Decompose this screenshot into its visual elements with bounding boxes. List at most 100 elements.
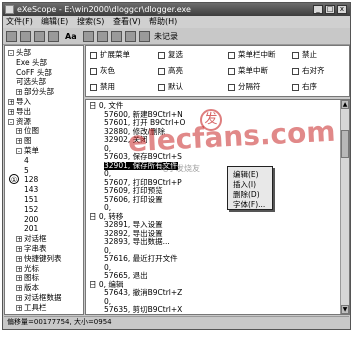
list-item[interactable]: 32893, 导出数据...	[104, 238, 170, 246]
expand-icon[interactable]: +	[16, 295, 22, 302]
context-menu-item[interactable]: 编辑(E)	[233, 170, 259, 179]
expand-icon[interactable]: +	[16, 236, 22, 243]
tree-item[interactable]: CoFF 头部	[16, 68, 52, 77]
list-item[interactable]: 57643, 撤消B9Ctrl+Z	[104, 289, 182, 297]
list-item[interactable]: 0,	[104, 170, 111, 178]
list-item[interactable]: 57665, 退出	[104, 272, 148, 280]
tree-item[interactable]: + 图	[16, 136, 32, 145]
tree-item[interactable]: 200	[24, 215, 38, 224]
expand-icon[interactable]: +	[16, 89, 22, 96]
tree-item[interactable]: + 位图	[16, 126, 39, 135]
option-checkbox[interactable]: 禁用	[90, 83, 115, 91]
expand-icon[interactable]: +	[16, 304, 22, 311]
checkbox-icon[interactable]	[90, 51, 97, 59]
expand-icon[interactable]: +	[16, 275, 22, 282]
title-bar[interactable]: eXeScope - E:\win2000\dloggcr\dlogger.ex…	[3, 3, 350, 16]
resource-icon[interactable]	[125, 31, 136, 42]
list-group-header[interactable]: 日 0, 文件	[89, 102, 123, 110]
tree-item[interactable]: + 光标	[16, 264, 39, 273]
expand-icon[interactable]: +	[16, 246, 22, 253]
expand-icon[interactable]: +	[16, 265, 22, 272]
menu-view[interactable]: 查看(V)	[113, 16, 141, 28]
scroll-down-icon[interactable]: ▼	[341, 305, 349, 314]
tree-item[interactable]: 151	[24, 195, 38, 204]
tree-item[interactable]: 152	[24, 205, 38, 214]
tree-item[interactable]: + 导出	[8, 107, 31, 116]
option-checkbox[interactable]: 高亮	[158, 67, 183, 75]
list-item[interactable]: 57616, 最近打开文件	[104, 255, 178, 263]
tree-item[interactable]: 可选头部	[16, 77, 46, 86]
tree-item[interactable]: + 导入	[8, 97, 31, 106]
checkbox-icon[interactable]	[228, 83, 235, 91]
tree-item[interactable]: - 菜单	[16, 146, 39, 155]
option-checkbox[interactable]: 默认	[158, 83, 183, 91]
list-scrollbar[interactable]: ▲ ▼	[340, 100, 349, 314]
option-checkbox[interactable]: 右对齐	[292, 67, 325, 75]
tree-item[interactable]: 4	[24, 156, 29, 165]
minimize-button[interactable]: _	[313, 5, 323, 14]
list-item[interactable]: 57635, 剪切B9Ctrl+X	[104, 306, 182, 314]
replace-icon[interactable]	[111, 31, 122, 42]
tree-item[interactable]: - 资源	[8, 117, 31, 126]
tree-item[interactable]: + 字串表	[16, 244, 47, 253]
open-icon[interactable]	[6, 31, 17, 42]
list-item[interactable]: 32891, 导入设置	[104, 221, 163, 229]
checkbox-icon[interactable]	[228, 67, 235, 75]
resource-tree[interactable]: - 头部 Exe 头部 CoFF 头部 可选头部 + 部分头部 + 导入 + 导出 - 资源 + 位图 + 图 -…	[4, 45, 84, 315]
option-checkbox[interactable]: 灰色	[90, 67, 115, 75]
tree-item[interactable]: 143	[24, 185, 38, 194]
find-icon[interactable]	[83, 31, 94, 42]
list-item[interactable]: 0,	[104, 204, 111, 212]
save-icon[interactable]	[20, 31, 31, 42]
expand-icon[interactable]: +	[16, 285, 22, 292]
font-aa-button[interactable]: Aa	[65, 31, 77, 42]
menu-search[interactable]: 搜索(S)	[77, 16, 104, 28]
print-icon[interactable]	[34, 31, 45, 42]
menu-edit[interactable]: 编辑(E)	[41, 16, 68, 28]
collapse-icon[interactable]: -	[8, 50, 14, 57]
checkbox-icon[interactable]	[292, 67, 299, 75]
checkbox-icon[interactable]	[292, 51, 299, 59]
expand-icon[interactable]: +	[16, 255, 22, 262]
checkbox-icon[interactable]	[158, 51, 165, 59]
option-checkbox[interactable]: 菜单栏中断	[228, 51, 276, 59]
tree-item[interactable]: + 对话框	[16, 234, 47, 243]
option-checkbox[interactable]: 禁止	[292, 51, 317, 59]
checkbox-icon[interactable]	[90, 67, 97, 75]
option-checkbox[interactable]: 扩展菜单	[90, 51, 130, 59]
expand-icon[interactable]: +	[16, 128, 22, 135]
tree-item[interactable]: + 快捷键列表	[16, 254, 62, 263]
list-item[interactable]: 57609, 打印预览	[104, 187, 163, 195]
option-checkbox[interactable]: 菜单中断	[228, 67, 268, 75]
expand-icon[interactable]: +	[8, 108, 14, 115]
tree-item[interactable]: + 图标	[16, 273, 39, 282]
context-menu-item[interactable]: 插入(I)	[233, 180, 256, 189]
collapse-icon[interactable]: -	[16, 148, 22, 155]
checkbox-icon[interactable]	[158, 67, 165, 75]
tree-item[interactable]: 201	[24, 224, 38, 233]
option-checkbox[interactable]: 右序	[292, 83, 317, 91]
close-button[interactable]: x	[337, 5, 347, 14]
expand-icon[interactable]: +	[16, 138, 22, 145]
scroll-up-icon[interactable]: ▲	[341, 100, 349, 109]
export-icon[interactable]	[48, 31, 59, 42]
record-icon[interactable]	[139, 31, 150, 42]
menu-file[interactable]: 文件(F)	[6, 16, 33, 28]
option-checkbox[interactable]: 分隔符	[228, 83, 261, 91]
tree-item[interactable]: + 工具栏	[16, 303, 47, 312]
tree-item[interactable]: 128	[24, 175, 38, 184]
tree-item[interactable]: 5	[24, 166, 29, 175]
find-next-icon[interactable]	[97, 31, 108, 42]
tree-item[interactable]: Exe 头部	[16, 58, 47, 67]
tree-item[interactable]: - 头部	[8, 48, 31, 57]
tree-item[interactable]: + 对话框数据	[16, 293, 62, 302]
tree-item[interactable]: + 版本	[16, 283, 39, 292]
checkbox-icon[interactable]	[292, 83, 299, 91]
checkbox-icon[interactable]	[228, 51, 235, 59]
checkbox-icon[interactable]	[158, 83, 165, 91]
tree-item[interactable]: + 部分头部	[16, 87, 54, 96]
scroll-thumb[interactable]	[341, 130, 349, 158]
list-item[interactable]: 57606, 打印设置	[104, 195, 163, 204]
menu-help[interactable]: 帮助(H)	[149, 16, 177, 28]
collapse-icon[interactable]: -	[8, 118, 14, 125]
